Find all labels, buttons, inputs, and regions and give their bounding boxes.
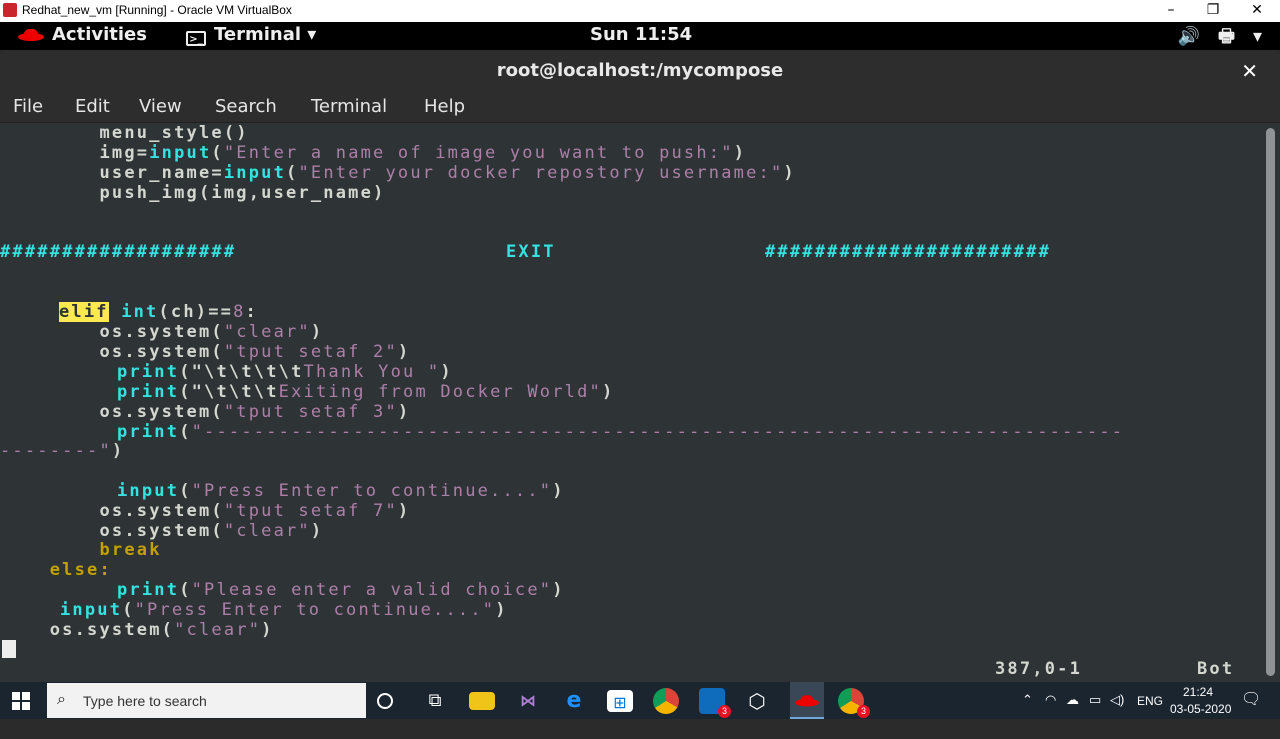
- cloud-icon[interactable]: ☁: [1066, 692, 1079, 729]
- virtualbox-app-icon: [3, 3, 17, 17]
- code-line: os.system("clear"): [0, 322, 324, 342]
- close-icon[interactable]: ✕: [1241, 59, 1258, 83]
- chrome-badge: 3: [857, 705, 870, 718]
- code-line: print("Please enter a valid choice"): [117, 580, 565, 600]
- taskbar-date[interactable]: 03-05-2020: [1170, 702, 1231, 739]
- edge-icon[interactable]: e: [561, 688, 587, 714]
- terminal-app-menu[interactable]: >_ Terminal ▾: [186, 24, 316, 46]
- search-icon: ⌕: [57, 691, 66, 708]
- code-line: input("Press Enter to continue...."): [117, 481, 565, 501]
- cortana-icon[interactable]: [377, 693, 393, 709]
- exit-banner-right: #######################: [765, 242, 1052, 262]
- code-line: break: [0, 540, 162, 560]
- menu-file[interactable]: File: [13, 96, 43, 117]
- file-explorer-icon[interactable]: [469, 692, 495, 710]
- vim-scroll-status: Bot: [1197, 659, 1235, 679]
- redhat-vm-taskbar-icon[interactable]: [790, 682, 824, 718]
- terminal-title: root@localhost:/mycompose: [496, 60, 784, 81]
- menu-terminal[interactable]: Terminal: [311, 96, 387, 117]
- code-line: user_name=input("Enter your docker repos…: [0, 163, 796, 183]
- chevron-down-icon: ▾: [1252, 26, 1262, 47]
- outlook-icon[interactable]: 3: [699, 688, 731, 718]
- code-line: os.system("tput setaf 7"): [0, 501, 411, 521]
- minimize-button[interactable]: –: [1150, 0, 1192, 22]
- menu-edit[interactable]: Edit: [75, 96, 110, 117]
- activities-button[interactable]: Activities: [18, 24, 147, 45]
- code-line: else:: [0, 560, 112, 580]
- terminal-icon: >_: [186, 31, 206, 46]
- terminal-app-label: Terminal ▾: [214, 24, 317, 45]
- terminal-titlebar: root@localhost:/mycompose ✕: [0, 50, 1280, 92]
- code-line: os.system("tput setaf 2"): [0, 342, 411, 362]
- code-line: menu_style(): [0, 123, 249, 143]
- code-line: os.system("clear"): [0, 521, 324, 541]
- windows-taskbar: ⌕ Type here to search ⧉ ⋈ e ⊞ 3 ⬡ 3 ⌃ ◠ …: [0, 682, 1280, 719]
- exit-banner-label: EXIT: [506, 242, 556, 262]
- speaker-icon[interactable]: ◁): [1110, 692, 1124, 729]
- chrome-icon[interactable]: [653, 688, 679, 714]
- close-window-button[interactable]: ✕: [1236, 0, 1278, 22]
- search-placeholder: Type here to search: [83, 693, 207, 709]
- code-line: os.system("clear"): [0, 620, 274, 640]
- vim-cursor-position: 387,0-1: [995, 659, 1083, 679]
- code-line: input("Press Enter to continue...."): [60, 600, 508, 620]
- gnome-top-bar: Activities >_ Terminal ▾ Sun 11:54 🔊 🖶 ▾: [0, 22, 1280, 50]
- exit-banner-left: ###################: [0, 242, 237, 262]
- code-line: print("\t\t\t\tThank You "): [117, 362, 453, 382]
- window-title: Redhat_new_vm [Running] - Oracle VM Virt…: [22, 3, 292, 17]
- battery-icon[interactable]: ▭: [1089, 692, 1101, 729]
- wifi-icon[interactable]: ◠: [1045, 692, 1056, 729]
- text-cursor: [2, 640, 16, 658]
- menu-view[interactable]: View: [139, 96, 182, 117]
- volume-icon: 🔊: [1177, 26, 1200, 47]
- menu-help[interactable]: Help: [424, 96, 465, 117]
- chrome-profile-icon[interactable]: 3: [838, 688, 870, 718]
- code-line: elif int(ch)==8:: [59, 302, 258, 322]
- redhat-icon: [18, 28, 44, 41]
- code-line: img=input("Enter a name of image you wan…: [0, 143, 747, 163]
- clock[interactable]: Sun 11:54: [590, 24, 692, 45]
- terminal-body[interactable]: menu_style() img=input("Enter a name of …: [0, 123, 1262, 682]
- code-line: print("---------------------------------…: [117, 422, 1125, 442]
- terminal-scrollbar[interactable]: [1262, 123, 1280, 682]
- task-view-icon[interactable]: ⧉: [422, 688, 448, 714]
- battery-icon: 🖶: [1217, 26, 1235, 47]
- virtualbox-cube-icon[interactable]: ⬡: [744, 688, 770, 714]
- code-line: os.system("tput setaf 3"): [0, 402, 411, 422]
- notification-icon[interactable]: 🗨: [1241, 689, 1261, 726]
- chevron-up-icon[interactable]: ⌃: [1022, 692, 1033, 729]
- language-indicator[interactable]: ENG: [1137, 694, 1163, 731]
- activities-label: Activities: [52, 24, 147, 45]
- restore-button[interactable]: ❐: [1192, 0, 1234, 22]
- scrollbar-thumb[interactable]: [1266, 128, 1275, 676]
- code-line: push_img(img,user_name): [0, 183, 386, 203]
- menu-search[interactable]: Search: [215, 96, 277, 117]
- redhat-icon: [795, 695, 819, 707]
- store-icon[interactable]: ⊞: [607, 690, 633, 712]
- outlook-badge: 3: [718, 705, 731, 718]
- terminal-menubar: File Edit View Search Terminal Help: [0, 92, 1280, 123]
- visual-studio-icon[interactable]: ⋈: [515, 688, 541, 714]
- code-line: --------"): [0, 441, 125, 461]
- taskbar-search-box[interactable]: ⌕ Type here to search: [47, 683, 366, 718]
- windows-start-icon[interactable]: [12, 692, 30, 710]
- code-line: print("\t\t\tExiting from Docker World"): [117, 382, 615, 402]
- virtualbox-titlebar: Redhat_new_vm [Running] - Oracle VM Virt…: [0, 0, 1280, 22]
